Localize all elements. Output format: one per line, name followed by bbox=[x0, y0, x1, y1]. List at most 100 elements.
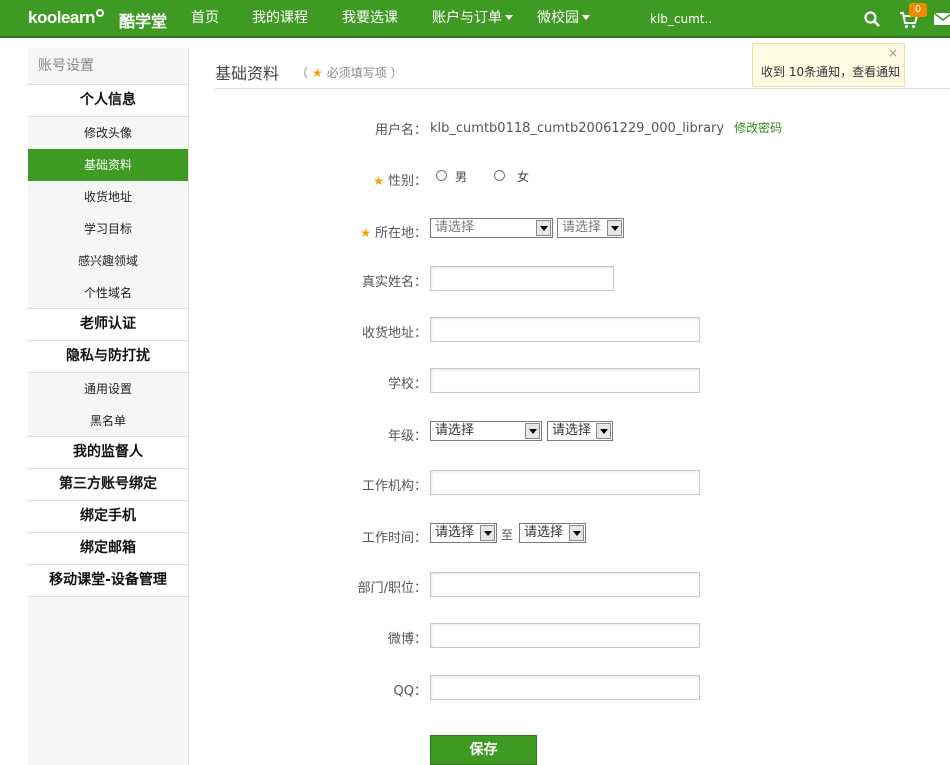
form-row-realname: 真实姓名： bbox=[215, 266, 950, 292]
address-label: 收货地址： bbox=[361, 326, 427, 341]
username-value: klb_cumtb0118_cumtb20061229_000_library 修… bbox=[430, 119, 782, 136]
user-name-link[interactable]: klb_cumt.. bbox=[650, 0, 712, 38]
nav-account-orders[interactable]: 账户与订单 bbox=[432, 0, 513, 38]
worktime-end-select[interactable]: 请选择 bbox=[519, 523, 586, 543]
gender-female-label[interactable]: 女 bbox=[517, 168, 529, 185]
required-star-icon: ★ bbox=[360, 226, 371, 240]
sidebar-cat-personal-info[interactable]: 个人信息 bbox=[28, 85, 188, 117]
cart-count-badge: 0 bbox=[909, 3, 927, 17]
sidebar-header: 账号设置 bbox=[28, 48, 188, 85]
qq-input[interactable] bbox=[430, 675, 700, 700]
worktime-label: 工作时间： bbox=[361, 531, 427, 546]
chevron-down-icon bbox=[505, 15, 513, 20]
province-select-value: 请选择 bbox=[435, 220, 475, 235]
title-divider bbox=[215, 88, 950, 89]
notification-text[interactable]: 收到 10条通知，查看通知 bbox=[761, 63, 900, 80]
sidebar-item-blacklist[interactable]: 黑名单 bbox=[28, 405, 188, 437]
sidebar-cat-bind-phone[interactable]: 绑定手机 bbox=[28, 501, 188, 533]
chevron-down-icon bbox=[596, 423, 611, 439]
change-password-link[interactable]: 修改密码 bbox=[734, 121, 782, 135]
school-input[interactable] bbox=[430, 368, 700, 393]
weibo-input[interactable] bbox=[430, 623, 700, 648]
nav-account-orders-label: 账户与订单 bbox=[432, 10, 502, 26]
save-button[interactable]: 保存 bbox=[430, 735, 537, 765]
logo-cn[interactable]: 酷学堂 bbox=[119, 8, 167, 32]
form-row-grade: 年级： 请选择 请选择 bbox=[215, 420, 950, 446]
sidebar-item-shipping-address[interactable]: 收货地址 bbox=[28, 181, 188, 213]
form-row-org: 工作机构： bbox=[215, 470, 950, 496]
form-row-dept: 部门/职位： bbox=[215, 572, 950, 598]
paren-open: （ bbox=[296, 66, 309, 80]
realname-input[interactable] bbox=[430, 266, 614, 291]
sidebar-cat-third-party[interactable]: 第三方账号绑定 bbox=[28, 469, 188, 501]
nav-micro-campus[interactable]: 微校园 bbox=[537, 0, 590, 38]
worktime-start-select-value: 请选择 bbox=[435, 525, 475, 540]
search-icon[interactable] bbox=[864, 11, 880, 27]
sidebar-cat-mobile-device[interactable]: 移动课堂-设备管理 bbox=[28, 565, 188, 597]
close-icon[interactable]: × bbox=[888, 46, 898, 60]
worktime-start-select[interactable]: 请选择 bbox=[430, 523, 497, 543]
page-title: 基础资料 bbox=[215, 64, 280, 83]
chevron-down-icon bbox=[536, 220, 551, 236]
sidebar-item-general-settings[interactable]: 通用设置 bbox=[28, 373, 188, 405]
dept-input[interactable] bbox=[430, 572, 700, 597]
school-label: 学校： bbox=[387, 377, 427, 392]
nav-micro-campus-label: 微校园 bbox=[537, 10, 579, 26]
form-row-address: 收货地址： bbox=[215, 317, 950, 343]
chevron-down-icon bbox=[607, 220, 622, 236]
nav-home[interactable]: 首页 bbox=[191, 0, 219, 38]
grade-label: 年级： bbox=[387, 429, 427, 444]
gender-label: ★ 性别： bbox=[373, 170, 427, 189]
sidebar-item-learning-goal[interactable]: 学习目标 bbox=[28, 213, 188, 245]
sidebar-cat-bind-email[interactable]: 绑定邮箱 bbox=[28, 533, 188, 565]
account-settings-sidebar: 账号设置 个人信息 修改头像 基础资料 收货地址 学习目标 感兴趣领域 个性域名… bbox=[28, 48, 189, 765]
worktime-end-select-value: 请选择 bbox=[524, 525, 564, 540]
gender-label-text: 性别： bbox=[387, 174, 427, 189]
nav-choose-course[interactable]: 我要选课 bbox=[342, 0, 398, 38]
grade-year-select-value: 请选择 bbox=[552, 423, 592, 438]
gender-male-label[interactable]: 男 bbox=[455, 168, 467, 185]
required-note-text: 必须填写项 bbox=[326, 66, 387, 80]
sidebar-item-custom-domain[interactable]: 个性域名 bbox=[28, 277, 188, 309]
chevron-down-icon bbox=[582, 15, 590, 20]
grade-level-select-value: 请选择 bbox=[435, 423, 475, 438]
province-select[interactable]: 请选择 bbox=[430, 218, 553, 238]
chevron-down-icon bbox=[525, 423, 540, 439]
gender-female-radio[interactable] bbox=[494, 170, 505, 181]
grade-year-select[interactable]: 请选择 bbox=[547, 421, 613, 441]
notification-popup[interactable]: × 收到 10条通知，查看通知 bbox=[752, 43, 905, 87]
dept-label: 部门/职位： bbox=[357, 581, 427, 596]
gender-male-radio[interactable] bbox=[436, 170, 447, 181]
chevron-down-icon bbox=[480, 525, 495, 541]
nav-my-courses-label: 我的课程 bbox=[252, 10, 308, 26]
paren-close: ） bbox=[390, 66, 403, 80]
weibo-label: 微博： bbox=[387, 632, 427, 647]
form-row-username: 用户名： klb_cumtb0118_cumtb20061229_000_lib… bbox=[215, 114, 950, 140]
logo-text: koolearn bbox=[28, 8, 95, 27]
form-row-worktime: 工作时间： 请选择 至 请选择 bbox=[215, 522, 950, 548]
mail-icon[interactable] bbox=[933, 11, 950, 27]
sidebar-item-interests[interactable]: 感兴趣领域 bbox=[28, 245, 188, 277]
form-row-gender: ★ 性别： 男 女 bbox=[215, 165, 950, 191]
city-select[interactable]: 请选择 bbox=[557, 218, 624, 238]
location-label-text: 所在地： bbox=[374, 226, 427, 241]
sidebar-item-basic-info[interactable]: 基础资料 bbox=[28, 149, 188, 181]
nav-my-courses[interactable]: 我的课程 bbox=[252, 0, 308, 38]
form-row-qq: QQ： bbox=[215, 675, 950, 701]
sidebar-item-avatar[interactable]: 修改头像 bbox=[28, 117, 188, 149]
sidebar-cat-supervisor[interactable]: 我的监督人 bbox=[28, 437, 188, 469]
org-input[interactable] bbox=[430, 470, 700, 495]
top-nav-bar: koolearn 酷学堂 首页 我的课程 我要选课 账户与订单 微校园 klb_… bbox=[0, 0, 950, 38]
address-input[interactable] bbox=[430, 317, 700, 342]
location-label: ★ 所在地： bbox=[360, 222, 427, 241]
nav-home-label: 首页 bbox=[191, 10, 219, 26]
sidebar-cat-privacy[interactable]: 隐私与防打扰 bbox=[28, 341, 188, 373]
qq-label: QQ： bbox=[393, 684, 427, 699]
form-row-school: 学校： bbox=[215, 368, 950, 394]
sidebar-cat-teacher-cert[interactable]: 老师认证 bbox=[28, 309, 188, 341]
username-text: klb_cumtb0118_cumtb20061229_000_library bbox=[430, 121, 725, 136]
form-row-weibo: 微博： bbox=[215, 623, 950, 649]
required-note: （★ 必须填写项 ） bbox=[296, 64, 403, 81]
grade-level-select[interactable]: 请选择 bbox=[430, 421, 542, 441]
koolearn-logo[interactable]: koolearn bbox=[28, 8, 104, 28]
